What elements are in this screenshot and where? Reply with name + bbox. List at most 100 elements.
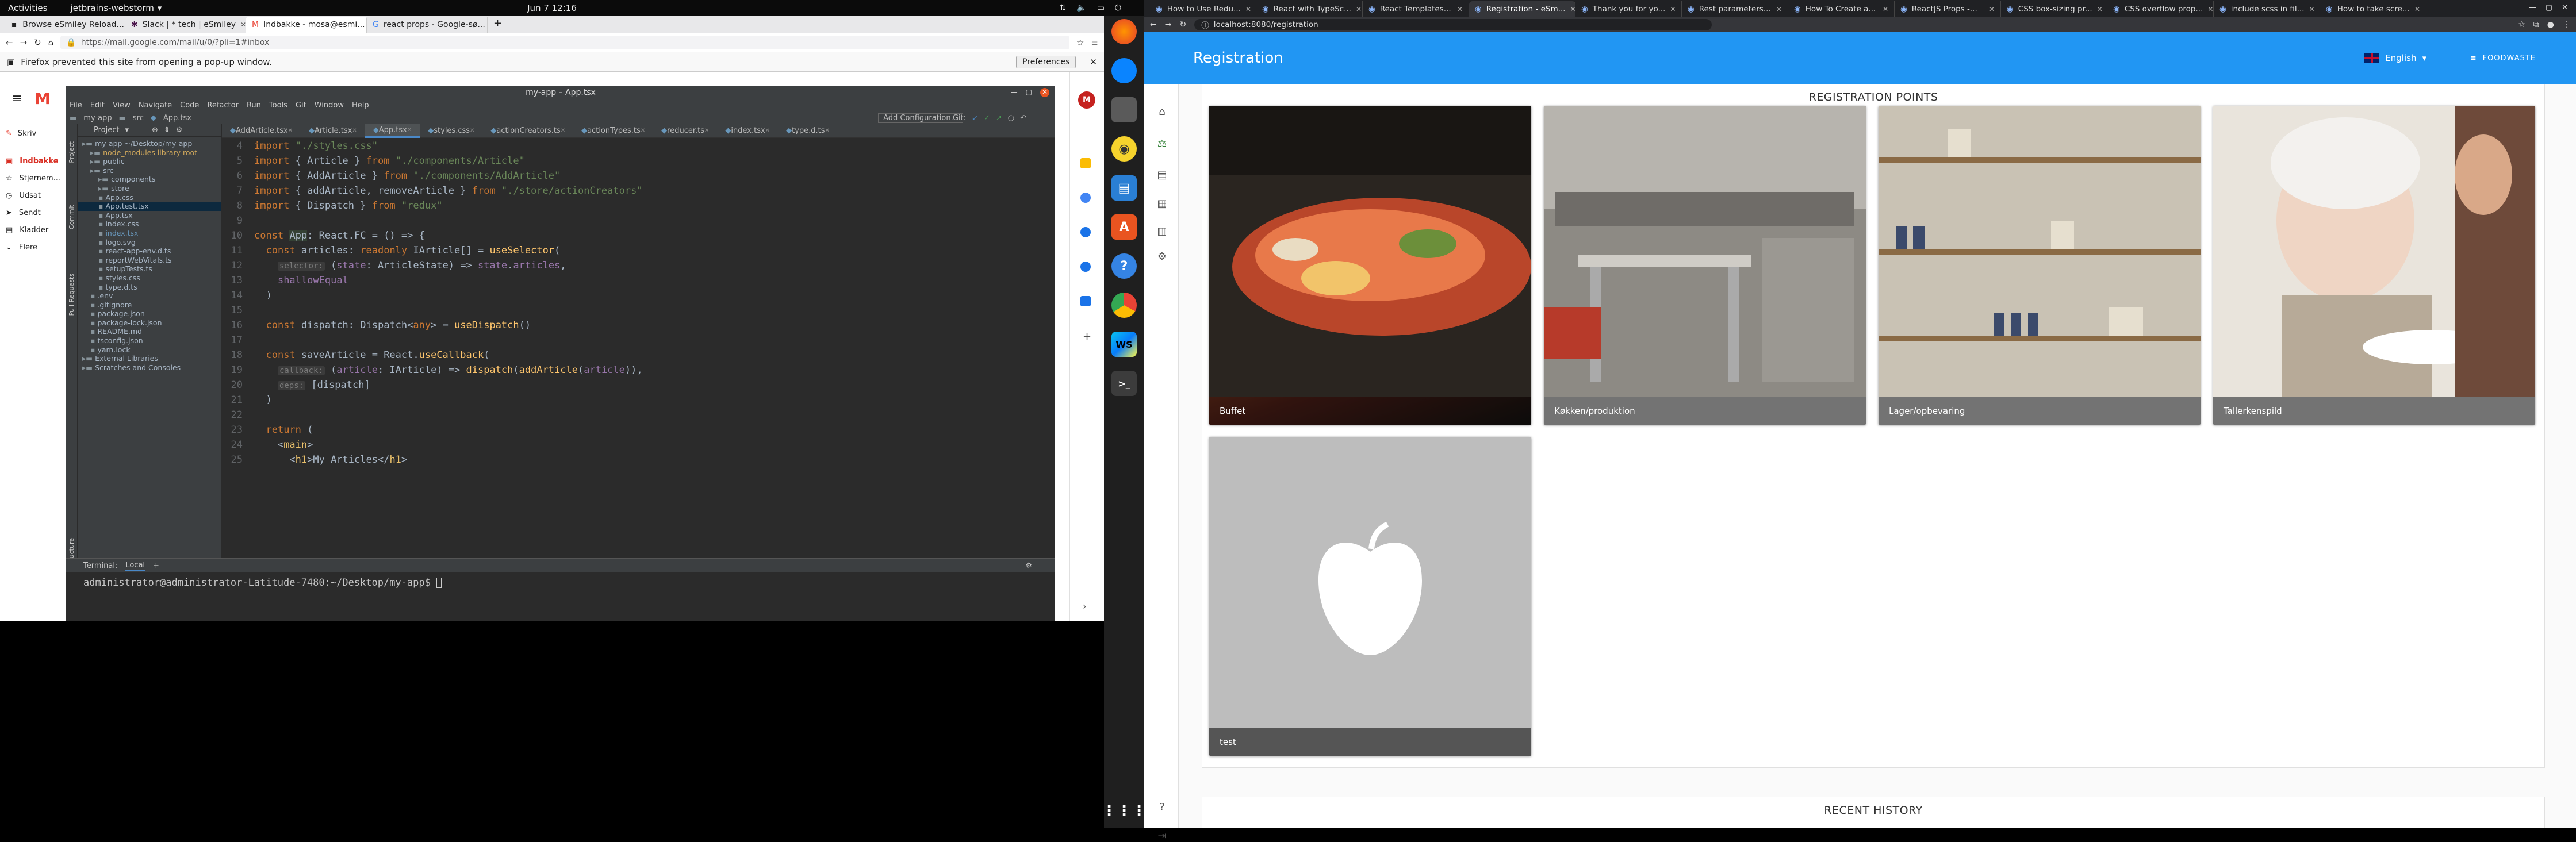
editor-tab[interactable]: ◆ actionCreators.ts ✕ xyxy=(482,124,573,138)
add-configuration-button[interactable]: Add Configuration... xyxy=(878,113,963,123)
menu-item[interactable]: Edit xyxy=(90,101,105,110)
commit-tool-tab[interactable]: Commit xyxy=(68,205,75,229)
forward-icon[interactable]: → xyxy=(20,37,28,48)
close-icon[interactable]: ✕ xyxy=(2097,5,2103,13)
close-icon[interactable]: ✕ xyxy=(1776,5,1782,13)
document-icon[interactable]: ▤ xyxy=(1157,170,1167,180)
editor-tab[interactable]: ◆ AddArticle.tsx ✕ xyxy=(222,124,301,138)
close-icon[interactable]: ✕ xyxy=(561,128,565,134)
help-icon[interactable]: ? xyxy=(1111,253,1137,279)
menu-icon[interactable]: ≡ xyxy=(1091,37,1098,48)
tree-node[interactable]: ▪ package-lock.json xyxy=(78,318,221,328)
profile-icon[interactable]: ● xyxy=(2547,20,2554,29)
menu-icon[interactable]: ≡ xyxy=(12,91,22,106)
webstorm-icon[interactable]: WS xyxy=(1111,332,1137,357)
tree-node[interactable]: ▸▬ components xyxy=(78,175,221,184)
thunderbird-icon[interactable] xyxy=(1111,58,1137,83)
tree-node[interactable]: ▪ setupTests.ts xyxy=(78,264,221,274)
editor-tab[interactable]: ◆ actionTypes.ts ✕ xyxy=(573,124,653,138)
menu-item[interactable]: View xyxy=(113,101,131,110)
folder-sent[interactable]: ➤ Sendt xyxy=(6,209,41,217)
close-icon[interactable]: ✕ xyxy=(1245,5,1251,13)
tree-node[interactable]: ▪ package.json xyxy=(78,309,221,318)
chevron-right-icon[interactable]: › xyxy=(1083,601,1086,612)
tree-node[interactable]: ▪ App.tsx xyxy=(78,211,221,220)
project-label[interactable]: Project xyxy=(94,126,119,134)
chrome-tab[interactable]: ◉ CSS box-sizing pr... ✕ xyxy=(2001,1,2107,17)
rollback-icon[interactable]: ↶ xyxy=(1020,114,1026,122)
tree-node[interactable]: ▸▬ External Libraries xyxy=(78,354,221,363)
reload-icon[interactable]: ↻ xyxy=(1179,20,1186,29)
forward-icon[interactable]: → xyxy=(1165,20,1172,29)
close-icon[interactable]: ✕ xyxy=(2309,5,2315,13)
language-selector[interactable]: English ▾ xyxy=(2364,53,2426,63)
menu-item[interactable]: File xyxy=(70,101,82,110)
close-icon[interactable]: ✕ xyxy=(1090,57,1097,67)
calendar-icon[interactable] xyxy=(1080,158,1091,168)
close-icon[interactable]: ✕ xyxy=(2414,5,2420,13)
meet-icon[interactable] xyxy=(1080,296,1091,306)
chrome-tab[interactable]: ◉ React Templates... ✕ xyxy=(1363,1,1469,17)
editor-tab[interactable]: ◆ App.tsx ✕ xyxy=(365,124,420,138)
tree-node[interactable]: ▪ .gitignore xyxy=(78,301,221,310)
menu-item[interactable]: Code xyxy=(180,101,199,110)
close-icon[interactable]: ✕ xyxy=(1040,88,1049,97)
firefox-tab[interactable]: ▣Browse eSmiley Reload...✕ xyxy=(5,17,125,33)
home-icon[interactable]: ⌂ xyxy=(48,37,54,48)
git-update-icon[interactable]: ↙ xyxy=(972,114,978,122)
chrome-tab[interactable]: ◉ ReactJS Props -... ✕ xyxy=(1895,1,2001,17)
tree-node[interactable]: ▪ index.css xyxy=(78,220,221,229)
close-icon[interactable]: ✕ xyxy=(2207,5,2213,13)
menu-item[interactable]: Git xyxy=(296,101,306,110)
hide-icon[interactable]: — xyxy=(1040,562,1047,570)
editor-tab[interactable]: ◆ type.d.ts ✕ xyxy=(778,124,838,138)
software-center-icon[interactable]: A xyxy=(1111,214,1137,240)
tree-node[interactable]: ▪ tsconfig.json xyxy=(78,336,221,345)
chrome-tab[interactable]: ◉ CSS overflow prop... ✕ xyxy=(2107,1,2214,17)
target-icon[interactable]: ⊕ xyxy=(152,126,158,134)
close-icon[interactable]: ✕ xyxy=(2562,3,2568,12)
close-icon[interactable]: ✕ xyxy=(1356,5,1362,13)
registration-card-kitchen[interactable]: Køkken/produktion xyxy=(1544,106,1866,425)
collapse-icon[interactable]: ⇕ xyxy=(164,126,170,134)
folder-more[interactable]: ⌄ Flere xyxy=(6,243,37,252)
tree-node[interactable]: ▸▬ node_modules library root xyxy=(78,148,221,157)
chrome-tab[interactable]: ◉ Rest parameters... ✕ xyxy=(1682,1,1788,17)
folder-drafts[interactable]: ▤ Kladder xyxy=(6,226,48,234)
git-push-icon[interactable]: ↗ xyxy=(996,114,1002,122)
libreoffice-writer-icon[interactable]: ▤ xyxy=(1111,175,1137,201)
menu-item[interactable]: Refactor xyxy=(207,101,239,110)
menu-item[interactable]: Help xyxy=(352,101,369,110)
home-icon[interactable]: ⌂ xyxy=(1157,107,1167,117)
menu-icon[interactable]: ⋮ xyxy=(2562,20,2570,29)
tree-node[interactable]: ▪ .env xyxy=(78,291,221,301)
tree-node[interactable]: ▪ App.test.tsx xyxy=(78,202,221,211)
chevron-down-icon[interactable]: ▾ xyxy=(125,126,129,134)
minimize-icon[interactable]: — xyxy=(1011,88,1018,97)
tree-node[interactable]: ▸▬ my-app ~/Desktop/my-app xyxy=(78,139,221,148)
tree-node[interactable]: ▪ type.d.ts xyxy=(78,283,221,292)
chart-icon[interactable]: ▥ xyxy=(1157,226,1167,237)
registration-card-plate-waste[interactable]: Tallerkenspild xyxy=(2213,106,2535,425)
firefox-icon[interactable] xyxy=(1111,19,1137,44)
chrome-tab[interactable]: ◉ Thank you for yo... ✕ xyxy=(1575,1,1682,17)
chrome-tab[interactable]: ◉ Registration - eSm... ✕ xyxy=(1469,1,1575,17)
tree-node[interactable]: ▪ styles.css xyxy=(78,274,221,283)
add-addon-icon[interactable]: + xyxy=(1083,330,1091,343)
brand-menu[interactable]: ≡ FOODWASTE xyxy=(2470,54,2536,63)
editor-tab[interactable]: ◆ Article.tsx ✕ xyxy=(301,124,365,138)
tree-node[interactable]: ▸▬ Scratches and Consoles xyxy=(78,363,221,372)
editor-tab[interactable]: ◆ index.tsx ✕ xyxy=(717,124,778,138)
tree-node[interactable]: ▪ reportWebVitals.ts xyxy=(78,256,221,265)
close-icon[interactable]: ✕ xyxy=(407,127,412,133)
folder-snoozed[interactable]: ◷ Udsat xyxy=(6,191,41,200)
terminal-tab-local[interactable]: Local xyxy=(125,561,145,571)
code-editor[interactable]: ◆ AddArticle.tsx ✕ ◆ Article.tsx ✕ ◆ App.t… xyxy=(222,124,1055,558)
gear-icon[interactable]: ⚙ xyxy=(1025,562,1032,570)
bookmark-star-icon[interactable]: ☆ xyxy=(1076,37,1084,48)
chrome-tab[interactable]: ◉ include scss in fil... ✕ xyxy=(2214,1,2320,17)
chrome-tab[interactable]: ◉ React with TypeSc... ✕ xyxy=(1256,1,1363,17)
chrome-icon[interactable] xyxy=(1111,293,1137,318)
new-terminal-icon[interactable]: + xyxy=(153,562,159,570)
maximize-icon[interactable]: ▢ xyxy=(2546,3,2552,12)
